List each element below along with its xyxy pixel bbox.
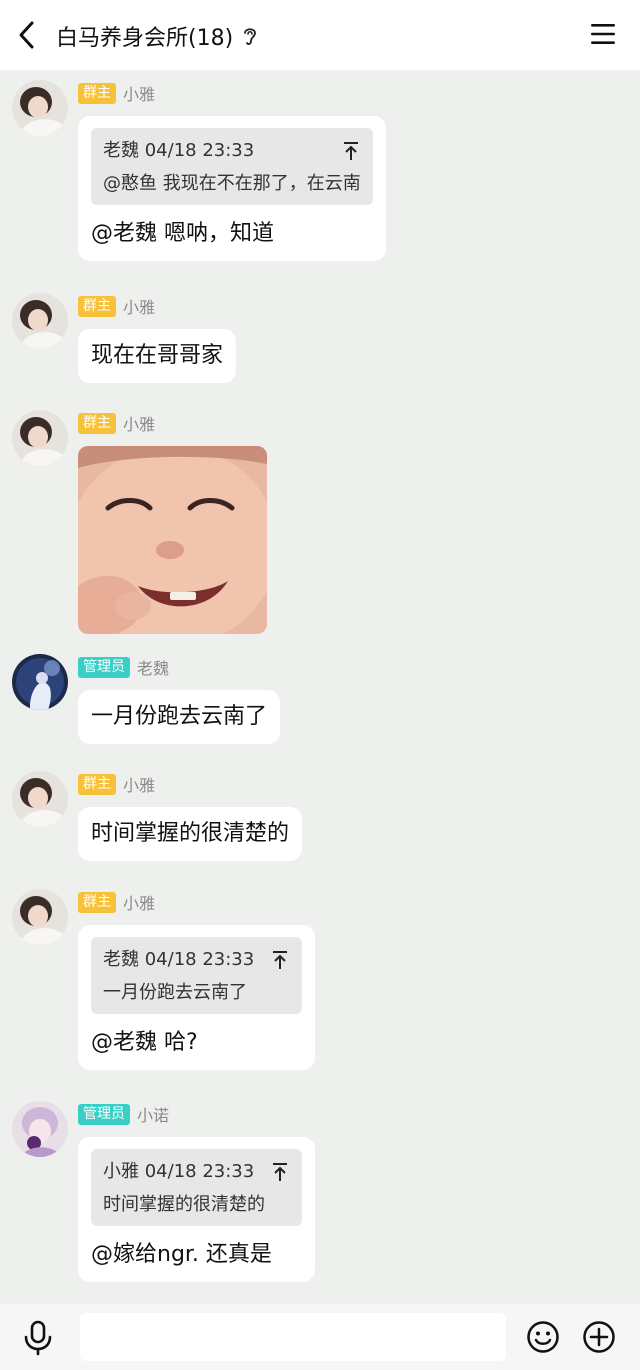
avatar[interactable] xyxy=(12,80,68,136)
sender-info: 群主 小雅 xyxy=(78,773,155,795)
back-button[interactable] xyxy=(10,17,46,53)
avatar[interactable] xyxy=(12,1101,68,1157)
avatar[interactable] xyxy=(12,771,68,827)
sender-info: 群主 小雅 xyxy=(78,295,155,317)
emoji-button[interactable] xyxy=(526,1320,560,1354)
avatar[interactable] xyxy=(12,889,68,945)
role-badge: 群主 xyxy=(78,82,116,104)
role-badge: 群主 xyxy=(78,412,116,434)
quote-header: 小雅 04/18 23:33 xyxy=(103,1161,255,1182)
chat-message-list[interactable]: 群主 小雅 老魏 04/18 23:33 @憨鱼 我现在不在那了，在云南 @老魏… xyxy=(0,70,640,1304)
top-bar: 白马养身会所(18) xyxy=(0,0,640,70)
quote-text: @憨鱼 我现在不在那了，在云南 xyxy=(103,173,361,194)
jump-to-quote-icon[interactable] xyxy=(272,1162,288,1182)
sender-name[interactable]: 小雅 xyxy=(123,294,155,318)
sender-name[interactable]: 小雅 xyxy=(123,772,155,796)
quoted-message[interactable]: 老魏 04/18 23:33 一月份跑去云南了 xyxy=(91,937,303,1014)
message-bubble[interactable]: 小雅 04/18 23:33 时间掌握的很清楚的 @嫁给ngr. 还真是 xyxy=(78,1137,316,1282)
sender-info: 群主 小雅 xyxy=(78,82,155,104)
image-message-laughing-baby[interactable] xyxy=(78,446,267,634)
quoted-message[interactable]: 小雅 04/18 23:33 时间掌握的很清楚的 xyxy=(91,1149,303,1226)
microphone-icon xyxy=(24,1320,52,1356)
chat-title-area[interactable]: 白马养身会所(18) xyxy=(56,18,259,54)
role-badge: 群主 xyxy=(78,773,116,795)
message-bubble[interactable]: 时间掌握的很清楚的 xyxy=(78,807,303,861)
message-bubble[interactable]: 老魏 04/18 23:33 @憨鱼 我现在不在那了，在云南 @老魏 嗯呐，知道 xyxy=(78,116,386,261)
message-text: @老魏 哈? xyxy=(91,1030,198,1055)
ear-icon xyxy=(244,28,257,45)
sender-info: 群主 小雅 xyxy=(78,412,155,434)
role-badge: 群主 xyxy=(78,891,116,913)
message-text: 一月份跑去云南了 xyxy=(91,704,268,729)
quote-text: 时间掌握的很清楚的 xyxy=(103,1194,265,1215)
message-bubble[interactable]: 现在在哥哥家 xyxy=(78,329,237,383)
sender-info: 管理员 老魏 xyxy=(78,656,169,678)
jump-to-quote-icon[interactable] xyxy=(272,950,288,970)
sender-name[interactable]: 小雅 xyxy=(123,81,155,105)
voice-button[interactable] xyxy=(22,1320,54,1356)
quoted-message[interactable]: 老魏 04/18 23:33 @憨鱼 我现在不在那了，在云南 xyxy=(91,128,373,205)
message-bubble[interactable]: 老魏 04/18 23:33 一月份跑去云南了 @老魏 哈? xyxy=(78,925,316,1070)
sender-name[interactable]: 小诺 xyxy=(137,1102,169,1126)
more-button[interactable] xyxy=(582,1320,616,1354)
chevron-left-icon xyxy=(19,21,34,49)
message-text: 现在在哥哥家 xyxy=(91,343,224,368)
role-badge: 群主 xyxy=(78,295,116,317)
sender-info: 管理员 小诺 xyxy=(78,1103,169,1125)
message-text: @嫁给ngr. 还真是 xyxy=(91,1242,272,1267)
message-text: 时间掌握的很清楚的 xyxy=(91,821,290,846)
quote-header: 老魏 04/18 23:33 xyxy=(103,949,255,970)
avatar[interactable] xyxy=(12,293,68,349)
input-bar xyxy=(0,1304,640,1370)
sender-info: 群主 小雅 xyxy=(78,891,155,913)
plus-circle-icon xyxy=(583,1321,615,1353)
sender-name[interactable]: 老魏 xyxy=(137,655,169,679)
avatar[interactable] xyxy=(12,654,68,710)
role-badge: 管理员 xyxy=(78,656,130,678)
avatar[interactable] xyxy=(12,410,68,466)
quote-header: 老魏 04/18 23:33 xyxy=(103,140,255,161)
quote-text: 一月份跑去云南了 xyxy=(103,982,247,1003)
menu-button[interactable] xyxy=(590,22,616,46)
sender-name[interactable]: 小雅 xyxy=(123,890,155,914)
role-badge: 管理员 xyxy=(78,1103,130,1125)
message-input[interactable] xyxy=(80,1313,506,1361)
jump-to-quote-icon[interactable] xyxy=(343,141,359,161)
message-text: @老魏 嗯呐，知道 xyxy=(91,221,274,246)
chat-title: 白马养身会所(18) xyxy=(56,26,234,51)
hamburger-menu-icon xyxy=(591,24,615,44)
sender-name[interactable]: 小雅 xyxy=(123,411,155,435)
message-bubble[interactable]: 一月份跑去云南了 xyxy=(78,690,281,744)
emoji-icon xyxy=(527,1321,559,1353)
